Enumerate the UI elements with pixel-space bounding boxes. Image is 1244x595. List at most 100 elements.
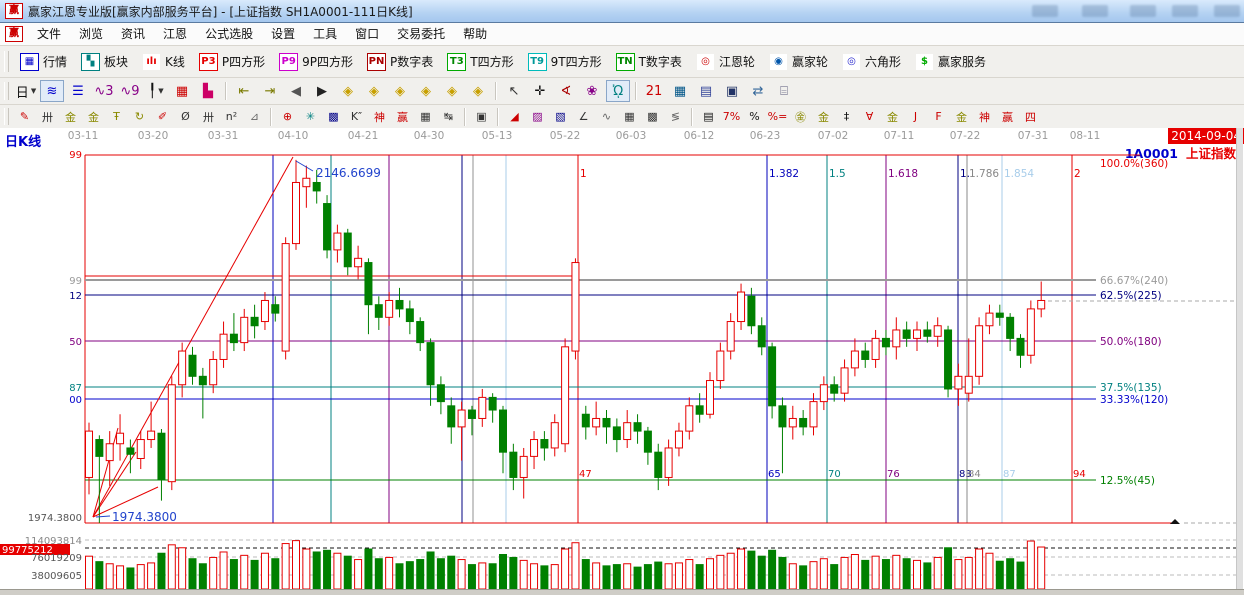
- mesh2-tool[interactable]: ▩: [642, 107, 663, 126]
- angle-line-tool[interactable]: ⊿: [244, 107, 265, 126]
- diamond-right-button[interactable]: ◈: [362, 80, 386, 102]
- 9t-square-button[interactable]: T99T四方形: [521, 50, 609, 74]
- close-icon[interactable]: [1214, 5, 1240, 17]
- ying-angle-tool[interactable]: 赢: [997, 107, 1018, 126]
- pattern-tool[interactable]: ≋: [40, 80, 64, 102]
- maximize-icon[interactable]: [1172, 5, 1198, 17]
- purple-box-tool[interactable]: ▨: [527, 107, 548, 126]
- menu-item-文件[interactable]: 文件: [28, 24, 70, 45]
- minimize-icon[interactable]: [1130, 5, 1156, 17]
- web1-tool[interactable]: ✳: [300, 107, 321, 126]
- menu-item-窗口[interactable]: 窗口: [346, 24, 388, 45]
- quotes-button[interactable]: ▦行情: [13, 50, 74, 74]
- menu-item-帮助[interactable]: 帮助: [454, 24, 496, 45]
- gann-wheel-button[interactable]: ◎江恩轮: [689, 50, 762, 74]
- n2-tool[interactable]: n²: [221, 107, 242, 126]
- circle-cross-tool[interactable]: ⊕: [277, 107, 298, 126]
- j-angle-tool[interactable]: J: [905, 107, 926, 126]
- crosshair-tool[interactable]: ✛: [528, 80, 552, 102]
- ying-tool[interactable]: 赢: [392, 107, 413, 126]
- pen2-tool[interactable]: ✐: [152, 107, 173, 126]
- kline-mark-tool[interactable]: K″: [346, 107, 367, 126]
- diamond-hexpand-button[interactable]: ◈: [388, 80, 412, 102]
- web2-tool[interactable]: ▩: [323, 107, 344, 126]
- pct-tool[interactable]: %: [744, 107, 765, 126]
- diamond-full-button[interactable]: ◈: [466, 80, 490, 102]
- menu-item-浏览[interactable]: 浏览: [70, 24, 112, 45]
- kline-chart-canvas[interactable]: 1.382651.5701.618761.831.786841.85487147…: [0, 128, 1244, 589]
- last-bar-button[interactable]: ⇥: [258, 80, 282, 102]
- gold-angle2-tool[interactable]: 金: [951, 107, 972, 126]
- shen-angle-tool[interactable]: 神: [974, 107, 995, 126]
- wave9-button[interactable]: ∿9: [118, 80, 142, 102]
- calculator-button[interactable]: ▦: [668, 80, 692, 102]
- brush-tool[interactable]: ✎: [14, 107, 35, 126]
- calendar-button[interactable]: 21: [642, 80, 666, 102]
- candle-style-selector[interactable]: ╿▼: [144, 80, 168, 102]
- menu-item-工具[interactable]: 工具: [304, 24, 346, 45]
- window-control-icon[interactable]: [1032, 5, 1058, 17]
- hspan-tool[interactable]: ↹: [438, 107, 459, 126]
- period-selector-dropdown-icon[interactable]: ▼: [31, 87, 36, 95]
- window-control-icon[interactable]: [1082, 5, 1108, 17]
- gold-grid2-tool[interactable]: 金: [83, 107, 104, 126]
- hexagon-button[interactable]: ◎六角形: [835, 50, 908, 74]
- menu-item-资讯[interactable]: 资讯: [112, 24, 154, 45]
- trend-angle-tool[interactable]: ∠: [573, 107, 594, 126]
- brain-tool[interactable]: ᾨ: [606, 80, 630, 102]
- fan-lines-tool[interactable]: ◢: [504, 107, 525, 126]
- blue-box-tool[interactable]: ▧: [550, 107, 571, 126]
- grid-tool[interactable]: 卅: [37, 107, 58, 126]
- diamond-compress-button[interactable]: ◈: [414, 80, 438, 102]
- sectors-button[interactable]: ▚板块: [74, 50, 135, 74]
- zigzag-tool[interactable]: ∿: [596, 107, 617, 126]
- p-digit-table-button[interactable]: PNP数字表: [360, 50, 440, 74]
- spiral-tool[interactable]: ↻: [129, 107, 150, 126]
- gold-line-tool[interactable]: 金: [813, 107, 834, 126]
- menu-item-公式选股[interactable]: 公式选股: [196, 24, 262, 45]
- p-square-button[interactable]: P3P四方形: [192, 50, 272, 74]
- scrollbar[interactable]: [1236, 128, 1243, 589]
- period-selector[interactable]: 日▼: [14, 80, 38, 102]
- shen-tool[interactable]: 神: [369, 107, 390, 126]
- prev-bar-button[interactable]: ◀: [284, 80, 308, 102]
- wave3-button[interactable]: ∿3: [92, 80, 116, 102]
- winner-wheel-button[interactable]: ◉赢家轮: [762, 50, 835, 74]
- winner-service-button[interactable]: $赢家服务: [908, 50, 993, 74]
- compass-tool[interactable]: Ø: [175, 107, 196, 126]
- histogram-button[interactable]: ▙: [196, 80, 220, 102]
- menu-item-交易委托[interactable]: 交易委托: [388, 24, 454, 45]
- mesh1-tool[interactable]: ▦: [619, 107, 640, 126]
- info-doc-button[interactable]: ☰: [66, 80, 90, 102]
- f-angle-tool[interactable]: F: [928, 107, 949, 126]
- kline-button[interactable]: ılıK线: [135, 50, 192, 74]
- pct7-tool[interactable]: 7%: [721, 107, 742, 126]
- menu-item-设置[interactable]: 设置: [262, 24, 304, 45]
- diamond-left-button[interactable]: ◈: [336, 80, 360, 102]
- pct-line-tool[interactable]: %=: [767, 107, 788, 126]
- diamond-expand-button[interactable]: ◈: [440, 80, 464, 102]
- ruler-tool[interactable]: 卅: [198, 107, 219, 126]
- hand-tool[interactable]: ↖: [502, 80, 526, 102]
- t-square-button[interactable]: T3T四方形: [440, 50, 520, 74]
- gold-angle-tool[interactable]: 金: [882, 107, 903, 126]
- next-bar-button[interactable]: ▶: [310, 80, 334, 102]
- save-button[interactable]: ▣: [720, 80, 744, 102]
- pivot-tool[interactable]: ‡: [836, 107, 857, 126]
- si-angle-tool[interactable]: 四: [1020, 107, 1041, 126]
- red-pattern-button[interactable]: ▦: [170, 80, 194, 102]
- net-sync-button[interactable]: ⇄: [746, 80, 770, 102]
- flower-tool[interactable]: ❀: [580, 80, 604, 102]
- band-tool[interactable]: ∀: [859, 107, 880, 126]
- t-digit-table-button[interactable]: TNT数字表: [609, 50, 689, 74]
- fib-grid-tool[interactable]: Ŧ: [106, 107, 127, 126]
- 9p-square-button[interactable]: P99P四方形: [272, 50, 360, 74]
- first-bar-button[interactable]: ⇤: [232, 80, 256, 102]
- box-grid-tool[interactable]: ▣: [471, 107, 492, 126]
- gold-grid1-tool[interactable]: 金: [60, 107, 81, 126]
- sequence-tool[interactable]: ▤: [698, 107, 719, 126]
- notes-button[interactable]: ▤: [694, 80, 718, 102]
- grid123-tool[interactable]: ▦: [415, 107, 436, 126]
- gold-circle-tool[interactable]: ㊎: [790, 107, 811, 126]
- menu-item-江恩[interactable]: 江恩: [154, 24, 196, 45]
